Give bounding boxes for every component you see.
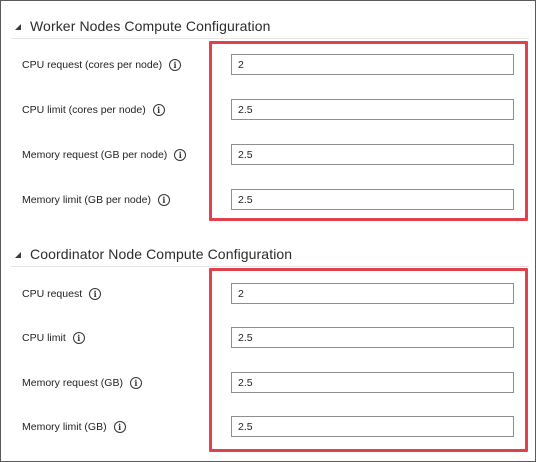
configuration-panel: Worker Nodes Compute Configuration CPU r…: [0, 0, 536, 462]
coordinator-memory-limit-row: Memory limit (GB) i: [22, 416, 535, 438]
coordinator-cpu-limit-row: CPU limit i: [22, 327, 535, 349]
worker-cpu-request-label: CPU request (cores per node): [22, 59, 163, 71]
worker-cpu-request-row: CPU request (cores per node) i: [22, 54, 535, 76]
info-icon[interactable]: i: [129, 377, 142, 389]
coordinator-memory-request-row: Memory request (GB) i: [22, 372, 535, 394]
coordinator-cpu-request-row: CPU request i: [22, 283, 535, 305]
coordinator-memory-request-label: Memory request (GB): [22, 377, 123, 389]
coordinator-section-title: Coordinator Node Compute Configuration: [30, 246, 293, 262]
worker-memory-request-label: Memory request (GB per node): [22, 149, 168, 161]
worker-memory-limit-row: Memory limit (GB per node) i: [22, 189, 535, 211]
worker-memory-request-row: Memory request (GB per node) i: [22, 144, 535, 166]
coordinator-memory-limit-label: Memory limit (GB): [22, 421, 107, 433]
coordinator-cpu-request-label: CPU request: [22, 288, 83, 300]
worker-cpu-request-input[interactable]: [231, 54, 514, 75]
info-icon[interactable]: i: [157, 194, 170, 206]
worker-section-header[interactable]: Worker Nodes Compute Configuration: [15, 16, 270, 36]
worker-memory-request-input[interactable]: [231, 144, 514, 165]
coordinator-memory-request-input[interactable]: [231, 372, 514, 393]
info-icon[interactable]: i: [113, 421, 126, 433]
coordinator-cpu-request-input[interactable]: [231, 283, 514, 304]
worker-cpu-limit-label: CPU limit (cores per node): [22, 104, 146, 116]
info-icon[interactable]: i: [152, 104, 165, 116]
worker-cpu-limit-row: CPU limit (cores per node) i: [22, 99, 535, 121]
worker-memory-limit-label: Memory limit (GB per node): [22, 194, 151, 206]
worker-cpu-limit-input[interactable]: [231, 99, 514, 120]
section-divider: [11, 38, 529, 39]
coordinator-memory-limit-input[interactable]: [231, 416, 514, 437]
coordinator-cpu-limit-label: CPU limit: [22, 332, 66, 344]
worker-memory-limit-input[interactable]: [231, 189, 514, 210]
coordinator-cpu-limit-input[interactable]: [231, 327, 514, 348]
info-icon[interactable]: i: [169, 59, 182, 71]
section-divider: [11, 266, 529, 267]
info-icon[interactable]: i: [174, 149, 187, 161]
worker-section-title: Worker Nodes Compute Configuration: [30, 18, 271, 34]
info-icon[interactable]: i: [89, 288, 102, 300]
coordinator-section-header[interactable]: Coordinator Node Compute Configuration: [15, 244, 292, 264]
collapse-caret-icon[interactable]: [15, 24, 21, 30]
info-icon[interactable]: i: [72, 332, 85, 344]
collapse-caret-icon[interactable]: [15, 252, 21, 258]
